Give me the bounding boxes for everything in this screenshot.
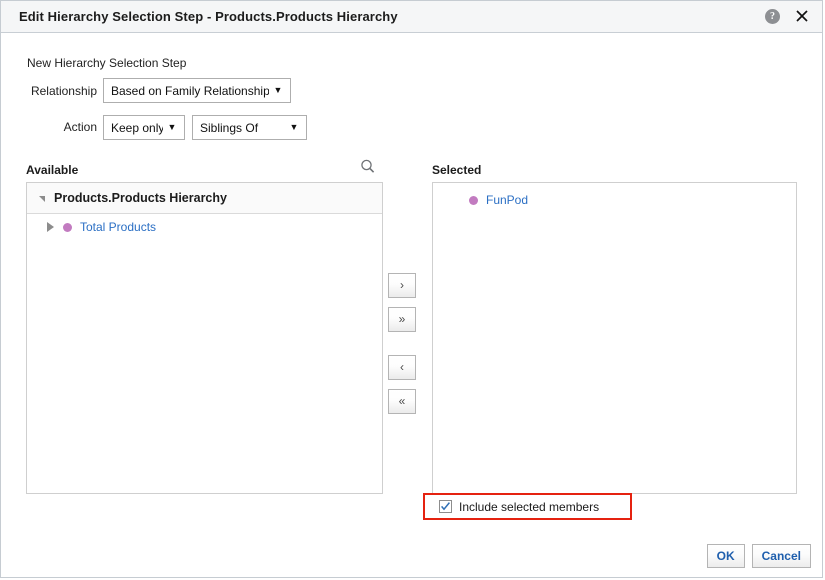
- dialog-title: Edit Hierarchy Selection Step - Products…: [19, 9, 398, 24]
- action-label: Action: [63, 120, 97, 134]
- list-item-funpod[interactable]: FunPod: [433, 187, 796, 213]
- selected-heading: Selected: [432, 163, 482, 177]
- move-all-right-button[interactable]: »: [388, 307, 416, 332]
- chevron-down-icon: ▼: [167, 122, 177, 132]
- titlebar-actions: ?: [765, 8, 810, 24]
- edit-hierarchy-selection-step-dialog: Edit Hierarchy Selection Step - Products…: [0, 0, 823, 578]
- move-all-left-button[interactable]: «: [388, 389, 416, 414]
- include-selected-members-checkbox[interactable]: [439, 500, 452, 513]
- available-panel: Products.Products Hierarchy Total Produc…: [26, 182, 383, 494]
- tree-item-total-products[interactable]: Total Products: [27, 214, 382, 240]
- include-selected-members-highlight: Include selected members: [423, 493, 632, 520]
- help-icon[interactable]: ?: [765, 8, 780, 24]
- relationship-select-value: Based on Family Relationship: [111, 83, 269, 98]
- checkmark-icon: [441, 502, 450, 511]
- member-bullet-icon: [63, 222, 72, 232]
- tree-item-label: Total Products: [80, 220, 157, 234]
- form-caption: New Hierarchy Selection Step: [27, 56, 187, 70]
- list-item-label: FunPod: [486, 193, 529, 207]
- cancel-button[interactable]: Cancel: [751, 544, 811, 568]
- member-bullet-icon: [469, 195, 478, 205]
- include-selected-members-label[interactable]: Include selected members: [459, 500, 599, 514]
- relationship-select[interactable]: Based on Family Relationship ▼: [103, 78, 291, 103]
- chevron-down-icon: ▼: [273, 85, 283, 95]
- relationship-label: Relationship: [30, 84, 97, 98]
- expand-triangle-icon[interactable]: [47, 222, 54, 232]
- transfer-button-group: › » ‹ «: [388, 273, 416, 414]
- move-right-button[interactable]: ›: [388, 273, 416, 298]
- action-select[interactable]: Keep only ▼: [103, 115, 185, 140]
- dialog-footer: OK Cancel: [706, 544, 811, 568]
- dialog-titlebar: Edit Hierarchy Selection Step - Products…: [1, 1, 822, 33]
- search-icon[interactable]: [359, 158, 377, 176]
- collapse-triangle-icon[interactable]: [39, 196, 45, 202]
- available-tree-root-row[interactable]: Products.Products Hierarchy: [27, 183, 382, 214]
- available-heading: Available: [26, 163, 79, 177]
- selected-panel: FunPod: [432, 182, 797, 494]
- available-tree-root-label: Products.Products Hierarchy: [54, 191, 227, 205]
- action-target-select-value: Siblings Of: [200, 120, 259, 135]
- action-target-select[interactable]: Siblings Of ▼: [192, 115, 307, 140]
- ok-button[interactable]: OK: [706, 544, 745, 568]
- chevron-down-icon: ▼: [289, 122, 299, 132]
- move-left-button[interactable]: ‹: [388, 355, 416, 380]
- close-icon[interactable]: [794, 8, 810, 24]
- action-select-value: Keep only: [111, 120, 163, 135]
